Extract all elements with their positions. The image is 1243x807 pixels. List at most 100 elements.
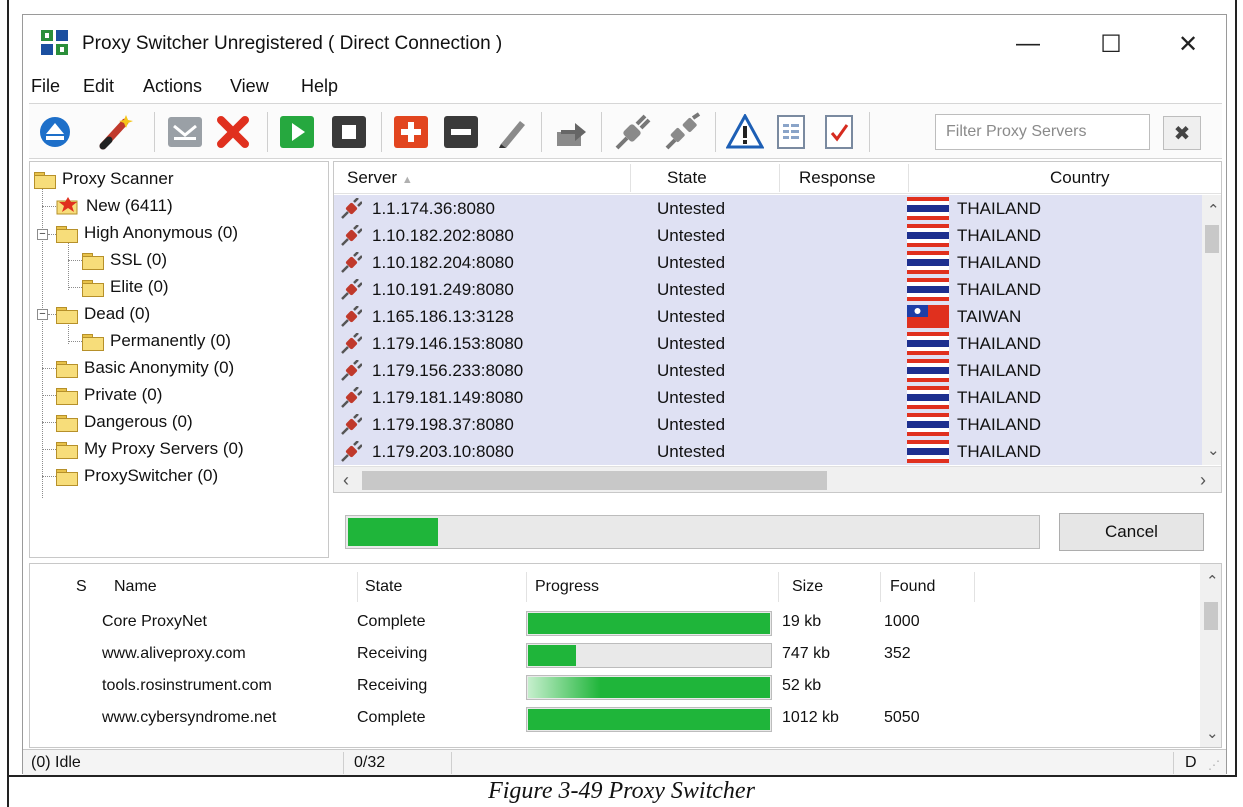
scroll-right-icon[interactable]: › bbox=[1200, 470, 1206, 491]
server-row[interactable]: 1.165.186.13:3128 Untested TAIWAN bbox=[334, 303, 1202, 330]
column-header-size[interactable]: Size bbox=[792, 578, 823, 596]
server-state: Untested bbox=[657, 226, 726, 245]
magic-wand-icon[interactable] bbox=[95, 112, 135, 152]
maximize-button[interactable]: ☐ bbox=[1081, 23, 1141, 65]
collapse-toggle[interactable]: − bbox=[37, 309, 48, 320]
stop-icon[interactable] bbox=[329, 112, 369, 152]
scroll-thumb[interactable] bbox=[362, 471, 827, 490]
scroll-left-icon[interactable]: ‹ bbox=[343, 470, 349, 491]
menu-view[interactable]: View bbox=[230, 76, 269, 97]
mail-icon[interactable] bbox=[165, 112, 205, 152]
scroll-up-icon[interactable]: ⌃ bbox=[1206, 572, 1219, 590]
tree-item-elite[interactable]: Elite (0) bbox=[82, 274, 169, 300]
menu-file[interactable]: File bbox=[31, 76, 60, 97]
menu-edit[interactable]: Edit bbox=[83, 76, 114, 97]
sources-list: S Name State Progress Size Found Core Pr… bbox=[29, 563, 1222, 748]
column-header-server[interactable]: Server ▲ bbox=[347, 168, 413, 188]
server-row[interactable]: 1.1.174.36:8080 Untested THAILAND bbox=[334, 195, 1202, 222]
server-list-vertical-scrollbar[interactable]: ⌃ ⌄ bbox=[1202, 195, 1221, 465]
tree-item-dangerous[interactable]: Dangerous (0) bbox=[56, 409, 193, 435]
scroll-down-icon[interactable]: ⌄ bbox=[1206, 724, 1219, 742]
tree-line bbox=[42, 449, 56, 450]
connect-icon[interactable] bbox=[613, 112, 653, 152]
proxy-plug-icon bbox=[341, 306, 362, 327]
source-state: Complete bbox=[357, 613, 426, 630]
column-header-progress[interactable]: Progress bbox=[535, 578, 599, 596]
proxy-plug-icon bbox=[341, 414, 362, 435]
disconnect-icon[interactable] bbox=[663, 112, 703, 152]
scan-progress-bar bbox=[345, 515, 1040, 549]
server-row[interactable]: 1.10.182.202:8080 Untested THAILAND bbox=[334, 222, 1202, 249]
column-separator bbox=[526, 572, 527, 602]
column-separator bbox=[778, 572, 779, 602]
add-icon[interactable] bbox=[391, 112, 431, 152]
tree-item-new[interactable]: New (6411) bbox=[56, 193, 173, 219]
server-country: THAILAND bbox=[957, 361, 1042, 380]
tree-item-proxyswitcher[interactable]: ProxySwitcher (0) bbox=[56, 463, 218, 489]
document-icon[interactable] bbox=[771, 112, 811, 152]
tree-item-permanently[interactable]: Permanently (0) bbox=[82, 328, 231, 354]
tree-line bbox=[42, 476, 56, 477]
server-list-horizontal-scrollbar[interactable]: ‹ › bbox=[334, 466, 1221, 492]
column-header-country[interactable]: Country bbox=[1050, 168, 1110, 188]
scroll-down-icon[interactable]: ⌄ bbox=[1207, 441, 1220, 459]
server-row[interactable]: 1.179.146.153:8080 Untested THAILAND bbox=[334, 330, 1202, 357]
server-country: THAILAND bbox=[957, 253, 1042, 272]
collapse-toggle[interactable]: − bbox=[37, 229, 48, 240]
scroll-thumb[interactable] bbox=[1205, 225, 1219, 253]
tree-item-high-anonymous[interactable]: High Anonymous (0) bbox=[56, 220, 238, 246]
clear-filter-button[interactable]: ✖ bbox=[1163, 116, 1201, 150]
menu-actions[interactable]: Actions bbox=[143, 76, 202, 97]
checklist-icon[interactable] bbox=[819, 112, 859, 152]
column-header-response[interactable]: Response bbox=[799, 168, 876, 188]
minimize-button[interactable]: — bbox=[998, 23, 1058, 65]
source-row[interactable]: www.aliveproxy.com Receiving 747 kb 352 bbox=[30, 640, 1195, 672]
server-row[interactable]: 1.179.203.10:8080 Untested THAILAND bbox=[334, 438, 1202, 465]
remove-icon[interactable] bbox=[441, 112, 481, 152]
close-button[interactable]: ✕ bbox=[1158, 23, 1218, 65]
tree-item-dead[interactable]: Dead (0) bbox=[56, 301, 150, 327]
eject-icon[interactable] bbox=[35, 112, 75, 152]
edit-icon[interactable] bbox=[491, 112, 531, 152]
sources-vertical-scrollbar[interactable]: ⌃ ⌄ bbox=[1200, 564, 1221, 747]
tree-item-basic-anonymity[interactable]: Basic Anonymity (0) bbox=[56, 355, 234, 381]
server-state: Untested bbox=[657, 388, 726, 407]
server-row[interactable]: 1.179.156.233:8080 Untested THAILAND bbox=[334, 357, 1202, 384]
scroll-up-icon[interactable]: ⌃ bbox=[1207, 201, 1220, 219]
folder-icon bbox=[56, 306, 78, 324]
tree-item-my-proxy-servers[interactable]: My Proxy Servers (0) bbox=[56, 436, 244, 462]
column-header-s[interactable]: S bbox=[76, 578, 87, 596]
scroll-thumb[interactable] bbox=[1204, 602, 1218, 630]
column-header-state[interactable]: State bbox=[365, 578, 402, 596]
warning-icon[interactable] bbox=[725, 112, 765, 152]
column-header-state[interactable]: State bbox=[667, 168, 707, 188]
export-icon[interactable] bbox=[551, 112, 591, 152]
source-row[interactable]: tools.rosinstrument.com Receiving 52 kb bbox=[30, 672, 1195, 704]
tree-item-private[interactable]: Private (0) bbox=[56, 382, 162, 408]
tree-item-ssl[interactable]: SSL (0) bbox=[82, 247, 167, 273]
source-row[interactable]: Core ProxyNet Complete 19 kb 1000 bbox=[30, 608, 1195, 640]
column-header-name[interactable]: Name bbox=[114, 578, 157, 596]
source-progress-bar bbox=[526, 675, 772, 700]
status-separator bbox=[343, 752, 344, 774]
server-rows: 1.1.174.36:8080 Untested THAILAND 1.10.182.… bbox=[334, 195, 1202, 465]
menu-help[interactable]: Help bbox=[301, 76, 338, 97]
cancel-button[interactable]: Cancel bbox=[1059, 513, 1204, 551]
folder-icon bbox=[56, 225, 78, 243]
play-icon[interactable] bbox=[277, 112, 317, 152]
server-row[interactable]: 1.179.198.37:8080 Untested THAILAND bbox=[334, 411, 1202, 438]
server-row[interactable]: 1.10.182.204:8080 Untested THAILAND bbox=[334, 249, 1202, 276]
delete-icon[interactable] bbox=[213, 112, 253, 152]
column-header-found[interactable]: Found bbox=[890, 578, 935, 596]
tree-item-label: SSL (0) bbox=[110, 250, 168, 269]
thailand-flag-icon bbox=[907, 440, 949, 463]
source-row[interactable]: www.cybersyndrome.net Complete 1012 kb 5050 bbox=[30, 704, 1195, 736]
server-country: THAILAND bbox=[957, 199, 1042, 218]
folder-icon bbox=[56, 468, 78, 486]
server-row[interactable]: 1.179.181.149:8080 Untested THAILAND bbox=[334, 384, 1202, 411]
server-row[interactable]: 1.10.191.249:8080 Untested THAILAND bbox=[334, 276, 1202, 303]
tree-item-proxy-scanner[interactable]: Proxy Scanner bbox=[34, 166, 174, 192]
filter-proxy-input[interactable]: Filter Proxy Servers bbox=[935, 114, 1150, 150]
resize-grip-icon[interactable]: ⋰ bbox=[1208, 758, 1220, 772]
server-list-header: Server ▲ State Response Country bbox=[334, 162, 1221, 194]
